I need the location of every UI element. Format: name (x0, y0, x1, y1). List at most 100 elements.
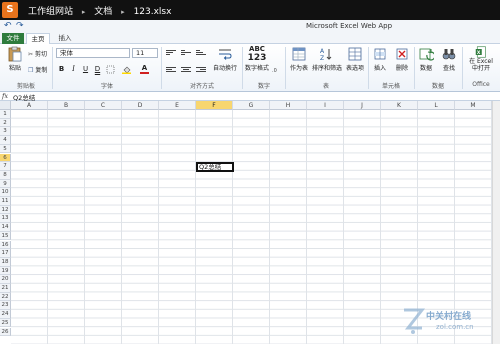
find-button[interactable]: 查找 (439, 46, 459, 72)
row-header-6[interactable]: 6 (0, 153, 11, 163)
app-name: Microsoft Excel Web App (306, 22, 393, 30)
redo-icon[interactable]: ↷ (16, 21, 24, 31)
data-refresh-icon (419, 48, 434, 61)
fill-color-icon[interactable] (122, 65, 131, 74)
row-header-16[interactable]: 16 (0, 240, 11, 250)
format-as-table-label: 作为表 (289, 65, 308, 72)
zol-logo-icon (404, 308, 426, 334)
align-center-icon[interactable] (181, 67, 191, 75)
number-format-label: 数字格式 (244, 65, 269, 72)
sort-filter-button[interactable]: A Z 排序和筛选 (310, 46, 344, 72)
column-header-H[interactable]: H (270, 101, 307, 110)
number-format-button[interactable]: ABC 123 数字格式 (244, 46, 270, 73)
row-header-17[interactable]: 17 (0, 249, 11, 258)
align-bottom-icon[interactable] (196, 50, 206, 58)
bold-button[interactable]: B (57, 65, 66, 74)
insert-cells-icon (374, 48, 386, 60)
row-header-13[interactable]: 13 (0, 214, 11, 224)
format-as-table-button[interactable]: 作为表 (286, 46, 312, 72)
column-header-J[interactable]: J (344, 101, 381, 110)
row-header-10[interactable]: 10 (0, 188, 11, 197)
column-header-B[interactable]: B (48, 101, 85, 110)
quick-access-toolbar: ↶ ↷ (0, 20, 500, 33)
font-size-select[interactable]: 11 (132, 48, 158, 58)
row-header-3[interactable]: 3 (0, 127, 11, 137)
row-header-1[interactable]: 1 (0, 110, 11, 119)
breadcrumb-site[interactable]: 工作组网站 (28, 7, 73, 17)
open-in-excel-button[interactable]: X 在 Excel 中打开 (464, 46, 498, 72)
row-header-20[interactable]: 20 (0, 275, 11, 284)
row-header-7[interactable]: 7 (0, 162, 11, 171)
row-header-15[interactable]: 15 (0, 231, 11, 241)
table-options-button[interactable]: 表选项 (343, 46, 367, 72)
double-underline-button[interactable]: D (93, 65, 102, 74)
align-middle-icon[interactable] (181, 50, 191, 58)
align-right-icon[interactable] (196, 67, 206, 75)
column-header-F[interactable]: F (196, 101, 233, 110)
row-header-24[interactable]: 24 (0, 310, 11, 319)
cut-button[interactable]: ✂ 剪切 (28, 49, 47, 58)
copy-button[interactable]: ❐ 复制 (28, 65, 47, 74)
column-header-L[interactable]: L (418, 101, 455, 110)
copy-icon: ❐ (28, 67, 34, 74)
row-header-11[interactable]: 11 (0, 197, 11, 206)
tab-file[interactable]: 文件 (2, 33, 24, 44)
number-format-sample-digits: 123 (247, 53, 267, 63)
title-bar: S 工作组网站 ▸ 文档 ▸ 123.xlsx (0, 0, 500, 20)
data-label: 数据 (419, 65, 432, 72)
breadcrumb-file: 123.xlsx (133, 7, 172, 17)
row-header-25[interactable]: 25 (0, 318, 11, 328)
breadcrumb-separator-icon: ▸ (81, 8, 86, 16)
sort-filter-label: 排序和筛选 (311, 65, 342, 72)
formula-bar: fx Q2总结 (0, 92, 500, 102)
row-header-23[interactable]: 23 (0, 301, 11, 311)
sharepoint-logo[interactable]: S (2, 2, 18, 18)
active-cell-F6[interactable]: Q2总结 (196, 162, 234, 172)
watermark-url: zol.com.cn (436, 323, 474, 331)
column-header-E[interactable]: E (159, 101, 196, 110)
paste-button[interactable]: 粘贴 (4, 46, 26, 72)
column-header-C[interactable]: C (85, 101, 122, 110)
data-button[interactable]: 数据 (416, 46, 436, 72)
align-top-icon[interactable] (166, 50, 176, 58)
column-header-A[interactable]: A (11, 101, 48, 110)
row-header-21[interactable]: 21 (0, 284, 11, 293)
group-label-data: 数据 (431, 83, 444, 90)
column-header-K[interactable]: K (381, 101, 418, 110)
insert-cells-button[interactable]: 插入 (370, 46, 390, 72)
align-left-icon[interactable] (166, 67, 176, 75)
delete-cells-button[interactable]: 删除 (392, 46, 412, 72)
row-header-18[interactable]: 18 (0, 257, 11, 267)
row-header-9[interactable]: 9 (0, 179, 11, 189)
breadcrumb-docs[interactable]: 文档 (94, 7, 112, 17)
row-header-8[interactable]: 8 (0, 170, 11, 180)
row-header-19[interactable]: 19 (0, 266, 11, 276)
svg-text:X: X (477, 50, 481, 56)
font-color-icon[interactable]: A (140, 65, 149, 74)
row-header-26[interactable]: 26 (0, 327, 11, 337)
italic-button[interactable]: I (69, 65, 78, 74)
increase-decimal-icon[interactable]: .0 (272, 65, 281, 74)
wrap-text-button[interactable]: 自动换行 (210, 46, 240, 72)
group-label-number: 数字 (257, 83, 270, 90)
undo-icon[interactable]: ↶ (4, 21, 12, 31)
borders-icon[interactable] (106, 65, 115, 74)
row-header-5[interactable]: 5 (0, 144, 11, 154)
row-header-2[interactable]: 2 (0, 118, 11, 128)
group-label-alignment: 对齐方式 (189, 83, 214, 90)
font-family-select[interactable]: 宋体 (56, 48, 130, 58)
column-header-G[interactable]: G (233, 101, 270, 110)
select-all-corner[interactable] (0, 101, 11, 110)
table-icon (292, 47, 306, 61)
row-header-22[interactable]: 22 (0, 292, 11, 302)
divider (52, 47, 53, 89)
column-header-I[interactable]: I (307, 101, 344, 110)
column-header-D[interactable]: D (122, 101, 159, 110)
row-header-14[interactable]: 14 (0, 223, 11, 232)
sort-filter-icon: A Z (320, 48, 332, 62)
row-header-4[interactable]: 4 (0, 136, 11, 145)
row-header-12[interactable]: 12 (0, 205, 11, 215)
column-header-M[interactable]: M (455, 101, 492, 110)
underline-button[interactable]: U (81, 65, 90, 74)
tab-insert[interactable]: 插入 (54, 33, 76, 44)
